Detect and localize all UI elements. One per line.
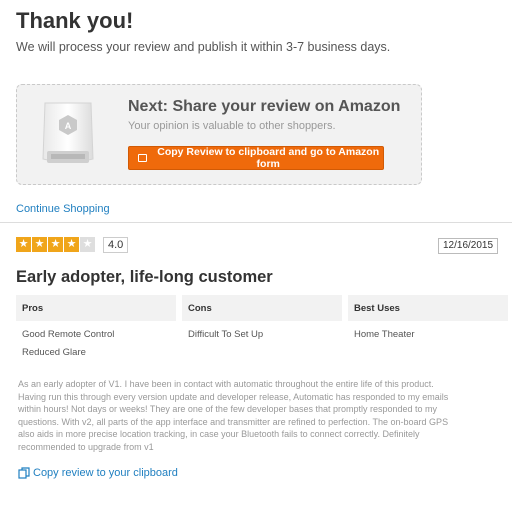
pros-header: Pros <box>16 295 176 321</box>
copy-and-go-to-amazon-button[interactable]: Copy Review to clipboard and go to Amazo… <box>128 146 384 170</box>
review-date: 12/16/2015 <box>438 238 499 254</box>
review-body: As an early adopter of V1. I have been i… <box>18 379 449 452</box>
star-filled-icon: ★ <box>48 237 63 252</box>
best-uses-column: Best Uses Home Theater <box>348 295 508 344</box>
star-filled-icon: ★ <box>32 237 47 252</box>
best-uses-header: Best Uses <box>348 295 508 321</box>
pros-item: Good Remote Control <box>22 329 115 340</box>
copy-icon <box>18 467 30 479</box>
confirmation-message: We will process your review and publish … <box>16 40 391 54</box>
clipboard-icon <box>138 154 148 162</box>
cons-item: Difficult To Set Up <box>188 329 264 340</box>
best-uses-item: Home Theater <box>354 329 415 340</box>
promo-heading: Next: Share your review on Amazon <box>128 98 401 115</box>
star-empty-icon: ★ <box>80 237 95 252</box>
svg-text:A: A <box>65 121 72 131</box>
continue-shopping-link[interactable]: Continue Shopping <box>16 203 110 215</box>
section-divider <box>0 222 512 223</box>
amazon-share-panel: A Next: Share your review on Amazon Your… <box>16 84 422 185</box>
rating-value: 4.0 <box>103 237 129 253</box>
copy-review-label: Copy review to your clipboard <box>33 467 178 479</box>
cons-column: Cons Difficult To Set Up <box>182 295 342 344</box>
review-title: Early adopter, life-long customer <box>16 268 273 286</box>
page-title: Thank you! <box>16 8 134 33</box>
pros-item: Reduced Glare <box>22 347 86 358</box>
star-rating: ★ ★ ★ ★ ★ <box>16 237 95 252</box>
cons-header: Cons <box>182 295 342 321</box>
copy-and-go-button-label: Copy Review to clipboard and go to Amazo… <box>157 146 380 170</box>
promo-subtext: Your opinion is valuable to other shoppe… <box>128 120 336 132</box>
copy-review-link[interactable]: Copy review to your clipboard <box>18 467 178 479</box>
obd-device-image: A <box>42 102 94 163</box>
pros-column: Pros Good Remote Control Reduced Glare <box>16 295 176 362</box>
star-filled-icon: ★ <box>64 237 79 252</box>
star-filled-icon: ★ <box>16 237 31 252</box>
